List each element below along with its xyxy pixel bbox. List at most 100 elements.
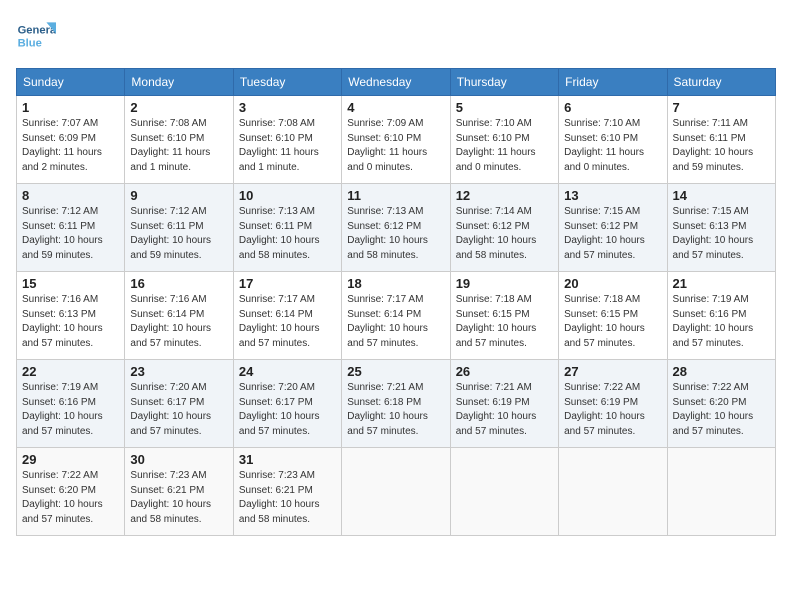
calendar-cell: 25 Sunrise: 7:21 AM Sunset: 6:18 PM Dayl… bbox=[342, 360, 450, 448]
day-number: 9 bbox=[130, 188, 227, 203]
header-row: SundayMondayTuesdayWednesdayThursdayFrid… bbox=[17, 69, 776, 96]
day-number: 5 bbox=[456, 100, 553, 115]
calendar-cell: 31 Sunrise: 7:23 AM Sunset: 6:21 PM Dayl… bbox=[233, 448, 341, 536]
calendar-cell: 26 Sunrise: 7:21 AM Sunset: 6:19 PM Dayl… bbox=[450, 360, 558, 448]
week-row-5: 29 Sunrise: 7:22 AM Sunset: 6:20 PM Dayl… bbox=[17, 448, 776, 536]
col-header-thursday: Thursday bbox=[450, 69, 558, 96]
logo: General Blue bbox=[16, 16, 60, 56]
day-number: 28 bbox=[673, 364, 770, 379]
day-info: Sunrise: 7:17 AM Sunset: 6:14 PM Dayligh… bbox=[347, 293, 444, 351]
col-header-wednesday: Wednesday bbox=[342, 69, 450, 96]
calendar-cell: 15 Sunrise: 7:16 AM Sunset: 6:13 PM Dayl… bbox=[17, 272, 125, 360]
day-number: 18 bbox=[347, 276, 444, 291]
day-info: Sunrise: 7:16 AM Sunset: 6:14 PM Dayligh… bbox=[130, 293, 227, 351]
day-number: 3 bbox=[239, 100, 336, 115]
day-number: 12 bbox=[456, 188, 553, 203]
calendar-cell: 12 Sunrise: 7:14 AM Sunset: 6:12 PM Dayl… bbox=[450, 184, 558, 272]
calendar-cell bbox=[450, 448, 558, 536]
day-number: 30 bbox=[130, 452, 227, 467]
calendar-cell: 11 Sunrise: 7:13 AM Sunset: 6:12 PM Dayl… bbox=[342, 184, 450, 272]
day-number: 23 bbox=[130, 364, 227, 379]
day-info: Sunrise: 7:21 AM Sunset: 6:18 PM Dayligh… bbox=[347, 381, 444, 439]
week-row-1: 1 Sunrise: 7:07 AM Sunset: 6:09 PM Dayli… bbox=[17, 96, 776, 184]
calendar-cell: 30 Sunrise: 7:23 AM Sunset: 6:21 PM Dayl… bbox=[125, 448, 233, 536]
col-header-tuesday: Tuesday bbox=[233, 69, 341, 96]
day-info: Sunrise: 7:16 AM Sunset: 6:13 PM Dayligh… bbox=[22, 293, 119, 351]
week-row-4: 22 Sunrise: 7:19 AM Sunset: 6:16 PM Dayl… bbox=[17, 360, 776, 448]
calendar-cell: 16 Sunrise: 7:16 AM Sunset: 6:14 PM Dayl… bbox=[125, 272, 233, 360]
col-header-monday: Monday bbox=[125, 69, 233, 96]
day-info: Sunrise: 7:08 AM Sunset: 6:10 PM Dayligh… bbox=[130, 117, 227, 175]
calendar-cell: 29 Sunrise: 7:22 AM Sunset: 6:20 PM Dayl… bbox=[17, 448, 125, 536]
day-info: Sunrise: 7:15 AM Sunset: 6:12 PM Dayligh… bbox=[564, 205, 661, 263]
calendar-cell: 10 Sunrise: 7:13 AM Sunset: 6:11 PM Dayl… bbox=[233, 184, 341, 272]
calendar-cell: 3 Sunrise: 7:08 AM Sunset: 6:10 PM Dayli… bbox=[233, 96, 341, 184]
calendar-cell: 7 Sunrise: 7:11 AM Sunset: 6:11 PM Dayli… bbox=[667, 96, 775, 184]
day-info: Sunrise: 7:19 AM Sunset: 6:16 PM Dayligh… bbox=[22, 381, 119, 439]
day-number: 2 bbox=[130, 100, 227, 115]
col-header-friday: Friday bbox=[559, 69, 667, 96]
calendar-cell: 27 Sunrise: 7:22 AM Sunset: 6:19 PM Dayl… bbox=[559, 360, 667, 448]
day-info: Sunrise: 7:23 AM Sunset: 6:21 PM Dayligh… bbox=[130, 469, 227, 527]
day-number: 19 bbox=[456, 276, 553, 291]
day-number: 26 bbox=[456, 364, 553, 379]
day-info: Sunrise: 7:18 AM Sunset: 6:15 PM Dayligh… bbox=[564, 293, 661, 351]
calendar-cell: 28 Sunrise: 7:22 AM Sunset: 6:20 PM Dayl… bbox=[667, 360, 775, 448]
calendar-cell: 6 Sunrise: 7:10 AM Sunset: 6:10 PM Dayli… bbox=[559, 96, 667, 184]
week-row-2: 8 Sunrise: 7:12 AM Sunset: 6:11 PM Dayli… bbox=[17, 184, 776, 272]
calendar-cell: 24 Sunrise: 7:20 AM Sunset: 6:17 PM Dayl… bbox=[233, 360, 341, 448]
day-info: Sunrise: 7:21 AM Sunset: 6:19 PM Dayligh… bbox=[456, 381, 553, 439]
day-info: Sunrise: 7:12 AM Sunset: 6:11 PM Dayligh… bbox=[130, 205, 227, 263]
calendar-cell: 1 Sunrise: 7:07 AM Sunset: 6:09 PM Dayli… bbox=[17, 96, 125, 184]
day-number: 1 bbox=[22, 100, 119, 115]
day-number: 11 bbox=[347, 188, 444, 203]
calendar-cell: 18 Sunrise: 7:17 AM Sunset: 6:14 PM Dayl… bbox=[342, 272, 450, 360]
day-info: Sunrise: 7:10 AM Sunset: 6:10 PM Dayligh… bbox=[456, 117, 553, 175]
week-row-3: 15 Sunrise: 7:16 AM Sunset: 6:13 PM Dayl… bbox=[17, 272, 776, 360]
day-number: 15 bbox=[22, 276, 119, 291]
day-info: Sunrise: 7:10 AM Sunset: 6:10 PM Dayligh… bbox=[564, 117, 661, 175]
calendar-cell bbox=[667, 448, 775, 536]
calendar-cell: 20 Sunrise: 7:18 AM Sunset: 6:15 PM Dayl… bbox=[559, 272, 667, 360]
day-info: Sunrise: 7:09 AM Sunset: 6:10 PM Dayligh… bbox=[347, 117, 444, 175]
calendar-cell: 4 Sunrise: 7:09 AM Sunset: 6:10 PM Dayli… bbox=[342, 96, 450, 184]
calendar-cell: 22 Sunrise: 7:19 AM Sunset: 6:16 PM Dayl… bbox=[17, 360, 125, 448]
day-info: Sunrise: 7:11 AM Sunset: 6:11 PM Dayligh… bbox=[673, 117, 770, 175]
day-info: Sunrise: 7:20 AM Sunset: 6:17 PM Dayligh… bbox=[239, 381, 336, 439]
calendar-cell bbox=[559, 448, 667, 536]
calendar-cell: 2 Sunrise: 7:08 AM Sunset: 6:10 PM Dayli… bbox=[125, 96, 233, 184]
day-number: 6 bbox=[564, 100, 661, 115]
day-number: 27 bbox=[564, 364, 661, 379]
day-number: 22 bbox=[22, 364, 119, 379]
day-number: 10 bbox=[239, 188, 336, 203]
day-info: Sunrise: 7:12 AM Sunset: 6:11 PM Dayligh… bbox=[22, 205, 119, 263]
col-header-saturday: Saturday bbox=[667, 69, 775, 96]
day-info: Sunrise: 7:18 AM Sunset: 6:15 PM Dayligh… bbox=[456, 293, 553, 351]
day-info: Sunrise: 7:22 AM Sunset: 6:20 PM Dayligh… bbox=[22, 469, 119, 527]
day-info: Sunrise: 7:13 AM Sunset: 6:11 PM Dayligh… bbox=[239, 205, 336, 263]
day-number: 21 bbox=[673, 276, 770, 291]
page-header: General Blue bbox=[16, 16, 776, 56]
day-info: Sunrise: 7:20 AM Sunset: 6:17 PM Dayligh… bbox=[130, 381, 227, 439]
day-number: 16 bbox=[130, 276, 227, 291]
day-number: 7 bbox=[673, 100, 770, 115]
calendar-cell bbox=[342, 448, 450, 536]
svg-text:Blue: Blue bbox=[18, 37, 42, 49]
day-number: 4 bbox=[347, 100, 444, 115]
day-info: Sunrise: 7:22 AM Sunset: 6:20 PM Dayligh… bbox=[673, 381, 770, 439]
day-info: Sunrise: 7:15 AM Sunset: 6:13 PM Dayligh… bbox=[673, 205, 770, 263]
calendar-cell: 21 Sunrise: 7:19 AM Sunset: 6:16 PM Dayl… bbox=[667, 272, 775, 360]
day-number: 13 bbox=[564, 188, 661, 203]
calendar-cell: 23 Sunrise: 7:20 AM Sunset: 6:17 PM Dayl… bbox=[125, 360, 233, 448]
calendar-cell: 9 Sunrise: 7:12 AM Sunset: 6:11 PM Dayli… bbox=[125, 184, 233, 272]
calendar-cell: 13 Sunrise: 7:15 AM Sunset: 6:12 PM Dayl… bbox=[559, 184, 667, 272]
day-number: 8 bbox=[22, 188, 119, 203]
calendar-table: SundayMondayTuesdayWednesdayThursdayFrid… bbox=[16, 68, 776, 536]
calendar-cell: 14 Sunrise: 7:15 AM Sunset: 6:13 PM Dayl… bbox=[667, 184, 775, 272]
calendar-cell: 19 Sunrise: 7:18 AM Sunset: 6:15 PM Dayl… bbox=[450, 272, 558, 360]
calendar-cell: 8 Sunrise: 7:12 AM Sunset: 6:11 PM Dayli… bbox=[17, 184, 125, 272]
day-info: Sunrise: 7:13 AM Sunset: 6:12 PM Dayligh… bbox=[347, 205, 444, 263]
day-number: 17 bbox=[239, 276, 336, 291]
day-info: Sunrise: 7:07 AM Sunset: 6:09 PM Dayligh… bbox=[22, 117, 119, 175]
day-info: Sunrise: 7:23 AM Sunset: 6:21 PM Dayligh… bbox=[239, 469, 336, 527]
